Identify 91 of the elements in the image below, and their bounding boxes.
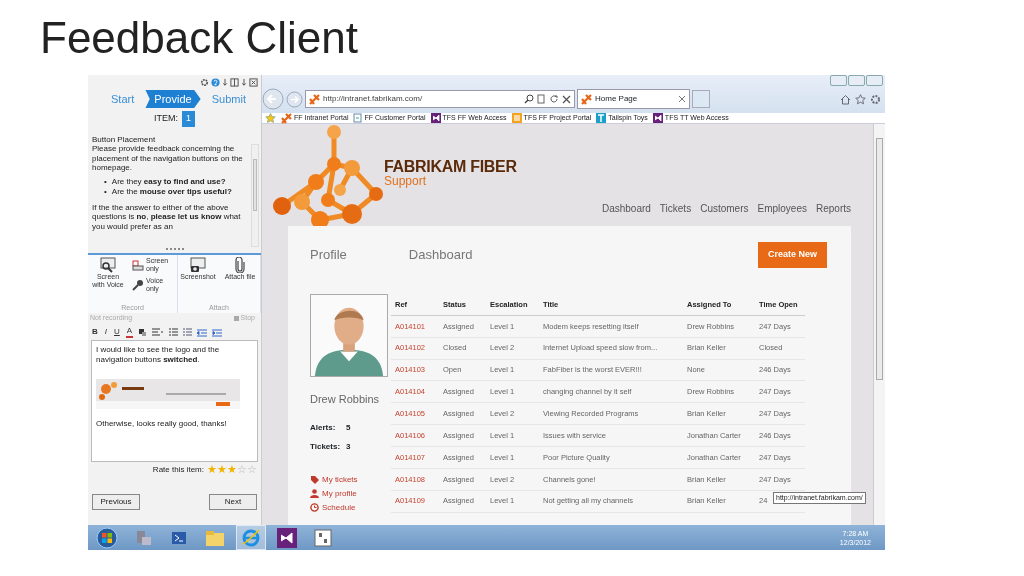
arrow-down-icon[interactable] <box>222 78 228 87</box>
server-icon[interactable] <box>134 528 152 547</box>
step-tab[interactable]: Provide <box>145 89 201 109</box>
layout-icon[interactable] <box>230 78 239 87</box>
nav-link[interactable]: Dashboard <box>601 201 651 216</box>
paperclip-icon <box>234 257 246 273</box>
instruction-text: If the the answer to either of the above questions is no, please let us know what you would prefer as an <box>92 202 242 232</box>
search-icon[interactable] <box>524 94 534 104</box>
address-bar[interactable]: http://intranet.fabrikam.com/ <box>305 90 575 108</box>
brand-name: FABRIKAM FIBER <box>384 158 517 175</box>
user-name: Drew Robbins <box>310 392 381 407</box>
close-icon[interactable] <box>678 95 686 103</box>
scrollbar[interactable] <box>873 124 885 525</box>
settings-icon[interactable] <box>870 93 881 105</box>
slide-title: Feedback Client <box>39 12 359 64</box>
site-icon <box>581 93 592 105</box>
home-icon[interactable] <box>840 93 851 105</box>
minimize-button[interactable] <box>830 75 847 86</box>
format-button[interactable]: A <box>125 326 134 338</box>
screenshot-icon <box>189 257 207 273</box>
microphone-icon <box>132 279 144 291</box>
section-heading: Dashboard <box>408 246 473 265</box>
instruction-text: Please provide feedback concerning the placement of the navigation buttons on the homepage. <box>92 144 244 173</box>
folder-icon[interactable] <box>205 528 225 547</box>
tag-icon <box>310 475 319 484</box>
editor-field[interactable]: I would like to see the logo and the navigation buttons switched. Otherwise, looks really good, thanks! <box>91 340 258 462</box>
section-heading: Profile <box>310 246 347 265</box>
close-button[interactable] <box>866 75 883 86</box>
stop-icon <box>233 316 239 321</box>
stat-value: 3 <box>346 440 351 453</box>
bullet-list-icon[interactable] <box>169 327 179 337</box>
brand-subtitle: Support <box>384 175 428 187</box>
screen-icon <box>132 259 144 271</box>
scrollbar[interactable] <box>251 144 259 247</box>
person-icon <box>310 489 319 498</box>
outdent-icon[interactable] <box>212 327 223 337</box>
refresh-icon[interactable] <box>549 94 559 104</box>
site-icon <box>281 112 292 124</box>
settings-icon[interactable] <box>200 78 209 87</box>
editor-text: Otherwise, looks really good, thanks! <box>96 419 228 429</box>
help-icon[interactable] <box>211 78 220 87</box>
app-icon[interactable] <box>314 528 332 547</box>
stat-label: Alerts: <box>310 421 337 434</box>
stat-value: 5 <box>346 421 351 434</box>
rating-label: Rate this item: <box>152 464 204 476</box>
indent-icon[interactable] <box>197 327 208 337</box>
close-icon[interactable] <box>249 78 258 87</box>
bullet-item: Are they easy to find and use? <box>111 176 226 187</box>
clock-icon <box>310 503 319 512</box>
restore-button[interactable] <box>848 75 865 86</box>
forward-button[interactable] <box>286 90 303 108</box>
tab-title: Home Page <box>595 93 639 105</box>
profile-link[interactable]: My tickets <box>310 474 391 485</box>
browser-tab[interactable]: Home Page <box>577 89 690 109</box>
new-tab-button[interactable] <box>692 90 710 108</box>
format-button[interactable]: I <box>103 327 108 337</box>
screen-voice-icon <box>99 257 117 273</box>
close-icon[interactable] <box>562 94 571 104</box>
arrow-down-icon[interactable] <box>241 78 247 87</box>
address-text: http://intranet.fabrikam.com/ <box>323 93 424 105</box>
nav-link[interactable]: Tickets <box>659 201 692 216</box>
bullet-marker: • <box>104 186 107 197</box>
grip-icon[interactable] <box>164 247 185 251</box>
item-label: ITEM: <box>154 112 178 126</box>
favorites-icon[interactable] <box>855 93 866 105</box>
stat-label: Tickets: <box>310 440 338 453</box>
infinity-icon[interactable] <box>277 527 297 548</box>
align-icon[interactable] <box>152 327 165 337</box>
profile-link[interactable]: My profile <box>310 488 391 499</box>
bullet-marker: • <box>104 176 107 187</box>
section-heading: Button Placement <box>91 134 157 143</box>
favorites-star-icon[interactable] <box>265 113 276 123</box>
format-button[interactable]: U <box>113 327 121 337</box>
step-tab[interactable]: Submit <box>202 89 255 109</box>
highlight-icon[interactable] <box>138 327 148 337</box>
bullet-item: Are the mouse over tips useful? <box>111 186 232 197</box>
create-new-button[interactable]: Create New <box>758 242 827 268</box>
browser-icon[interactable] <box>241 527 261 548</box>
profile-link[interactable]: Schedule <box>310 502 391 513</box>
site-icon <box>309 93 320 105</box>
nav-button[interactable]: Next <box>209 493 257 510</box>
nav-link[interactable]: Employees <box>757 201 807 216</box>
nav-link[interactable]: Reports <box>816 201 851 216</box>
editor-text: I would like to see the logo and the navigation buttons switched. <box>96 345 221 365</box>
format-button[interactable]: B <box>91 327 99 337</box>
numbered-list-icon[interactable] <box>183 327 193 337</box>
start-button[interactable] <box>96 526 118 549</box>
step-tab[interactable]: Start <box>102 89 144 109</box>
nav-button[interactable]: Previous <box>92 493 140 510</box>
item-number: 1 <box>182 111 195 127</box>
nav-link[interactable]: Customers <box>700 201 749 216</box>
